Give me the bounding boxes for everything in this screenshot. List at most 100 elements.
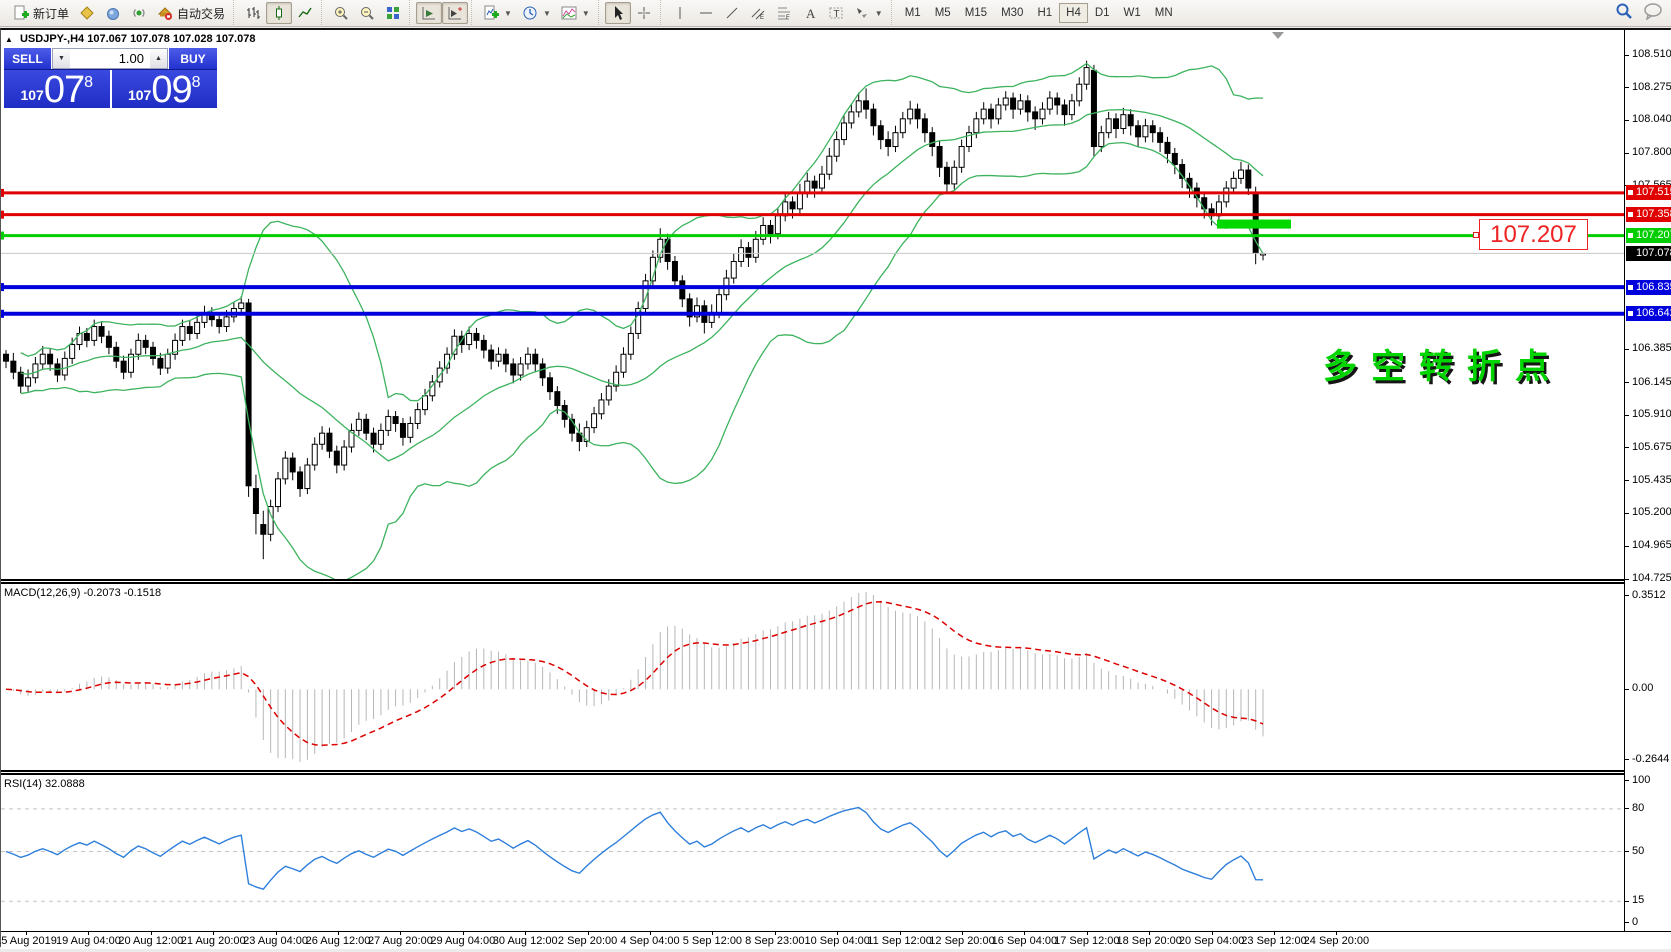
clock-icon — [522, 5, 538, 21]
chart-shift-marker[interactable] — [1272, 32, 1284, 39]
price-callout-label[interactable]: 107.207 — [1479, 219, 1588, 250]
auto-scroll-button[interactable] — [416, 2, 442, 24]
chart-shift-button[interactable] — [442, 2, 468, 24]
indicators-button[interactable]: ▼ — [478, 2, 517, 24]
time-label: 8 Sep 23:00 — [745, 935, 804, 947]
rsi-pane[interactable] — [1, 775, 1624, 931]
time-label: 19 Aug 04:00 — [56, 935, 121, 947]
buy-price-sup: 8 — [192, 74, 201, 92]
chart-title: ▲ USDJPY-,H4 107.067 107.078 107.028 107… — [5, 33, 255, 45]
volume-input[interactable] — [70, 49, 150, 68]
templates-button[interactable]: ▼ — [556, 2, 595, 24]
chart-title-ohlc: 107.067 107.078 107.028 107.078 — [87, 33, 255, 45]
turning-point-annotation[interactable]: 多空转折点 — [1323, 339, 1563, 388]
price-tick — [1625, 579, 1629, 580]
price-label: 107.800 — [1632, 146, 1671, 158]
tile-windows-button[interactable] — [380, 2, 406, 24]
tf-M1[interactable]: M1 — [898, 3, 928, 23]
arrows-dropdown-arrow[interactable]: ▼ — [875, 9, 883, 18]
mql5-community-button[interactable] — [100, 2, 126, 24]
tf-W1[interactable]: W1 — [1117, 3, 1148, 23]
hline-price-badge: 106.835 — [1626, 280, 1671, 295]
hline-price-badge: 107.358 — [1626, 207, 1671, 222]
fibonacci-button[interactable]: F — [771, 2, 797, 24]
cursor-button[interactable] — [605, 2, 631, 24]
price-tick — [1625, 153, 1629, 154]
svg-text:F: F — [786, 15, 790, 21]
price-axis[interactable]: 108.510108.275108.040107.800107.565106.3… — [1624, 30, 1671, 931]
green-highlight-segment[interactable] — [1217, 220, 1291, 229]
price-tick — [1625, 87, 1629, 88]
macd-low-tick — [1625, 759, 1629, 760]
tf-H4[interactable]: H4 — [1059, 3, 1088, 23]
candlestick-button[interactable] — [266, 2, 292, 24]
text-button[interactable]: A — [797, 2, 823, 24]
price-label: 106.385 — [1632, 342, 1671, 354]
text-label-button[interactable]: T — [823, 2, 849, 24]
svg-text:A: A — [806, 6, 816, 21]
buy-button[interactable]: BUY — [169, 48, 217, 69]
svg-text:T: T — [833, 9, 839, 20]
sell-price[interactable]: 107078 — [4, 70, 110, 108]
vertical-line-button[interactable] — [667, 2, 693, 24]
volume-increase-button[interactable]: ▲ — [150, 49, 167, 68]
time-label: 23 Sep 12:00 — [1241, 935, 1306, 947]
time-axis[interactable]: 15 Aug 201919 Aug 04:0020 Aug 12:0021 Au… — [1, 931, 1671, 949]
tf-M15[interactable]: M15 — [958, 3, 994, 23]
toolbar-group-lines: E F A T ▼ — [660, 0, 891, 27]
price-tick — [1625, 120, 1629, 121]
search-icon[interactable] — [1615, 2, 1633, 25]
horizontal-line-button[interactable] — [693, 2, 719, 24]
price-tick — [1625, 513, 1629, 514]
zoom-out-button[interactable] — [354, 2, 380, 24]
buy-price-big: 09 — [151, 74, 191, 106]
bar-chart-button[interactable] — [240, 2, 266, 24]
sell-button[interactable]: SELL — [4, 48, 51, 69]
tf-MN[interactable]: MN — [1148, 3, 1180, 23]
horizontal-line-icon — [698, 5, 714, 21]
collapse-arrow-icon[interactable]: ▲ — [5, 35, 13, 44]
toolbar-group-charttype — [233, 0, 321, 27]
price-callout-anchor[interactable] — [1473, 232, 1479, 238]
hline-price-badge: 107.515 — [1626, 185, 1671, 200]
arrows-button[interactable]: ▼ — [849, 2, 888, 24]
trendline-icon — [724, 5, 740, 21]
chat-icon[interactable] — [1643, 2, 1663, 25]
crosshair-button[interactable] — [631, 2, 657, 24]
tf-H1[interactable]: H1 — [1030, 3, 1059, 23]
line-chart-button[interactable] — [292, 2, 318, 24]
horizontal-lines[interactable] — [1, 189, 1624, 318]
autotrading-button[interactable]: 自动交易 — [152, 2, 230, 24]
trendline-button[interactable] — [719, 2, 745, 24]
zoom-in-button[interactable] — [328, 2, 354, 24]
autotrading-label: 自动交易 — [177, 5, 225, 22]
chart-profile-button[interactable] — [74, 2, 100, 24]
macd-high-label: 0.3512 — [1632, 589, 1666, 601]
price-label: 108.040 — [1632, 113, 1671, 125]
text-icon: A — [802, 5, 818, 21]
buy-price[interactable]: 107098 — [112, 70, 218, 108]
indicators-dropdown-arrow[interactable]: ▼ — [504, 9, 512, 18]
time-label: 5 Sep 12:00 — [683, 935, 742, 947]
macd-pane[interactable] — [1, 584, 1624, 770]
tf-M5[interactable]: M5 — [928, 3, 958, 23]
equidistant-channel-button[interactable]: E — [745, 2, 771, 24]
chart-shift-icon — [447, 5, 463, 21]
templates-dropdown-arrow[interactable]: ▼ — [582, 9, 590, 18]
main-chart[interactable] — [1, 30, 1624, 579]
tile-windows-icon — [385, 5, 401, 21]
rsi-80-label: 80 — [1632, 802, 1644, 814]
time-label: 20 Aug 12:00 — [118, 935, 183, 947]
tf-M30[interactable]: M30 — [994, 3, 1030, 23]
bar-chart-icon — [245, 5, 261, 21]
new-order-button[interactable]: 新订单 — [8, 2, 74, 24]
volume-decrease-button[interactable]: ▼ — [53, 49, 70, 68]
signals-button[interactable] — [126, 2, 152, 24]
periods-dropdown-arrow[interactable]: ▼ — [543, 9, 551, 18]
tf-D1[interactable]: D1 — [1088, 3, 1117, 23]
time-label: 29 Aug 04:00 — [430, 935, 495, 947]
rsi-15-label: 15 — [1632, 894, 1644, 906]
periods-button[interactable]: ▼ — [517, 2, 556, 24]
rsi-0-tick — [1625, 922, 1629, 923]
time-label: 12 Sep 20:00 — [929, 935, 994, 947]
